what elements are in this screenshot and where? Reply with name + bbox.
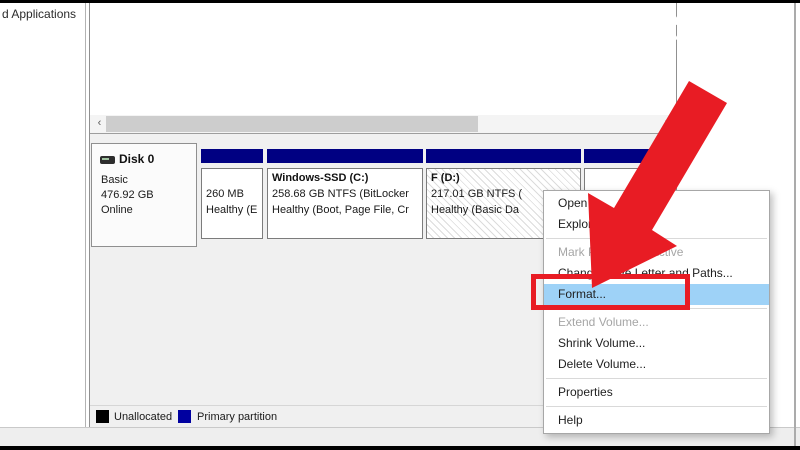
menu-item-shrink-volume[interactable]: Shrink Volume... (544, 333, 769, 354)
volume-list-pane (90, 3, 676, 133)
partition-status: Healthy (Boot, Page File, Cr (272, 204, 422, 220)
legend-label-primary: Primary partition (197, 411, 277, 423)
partition-bar (201, 149, 263, 163)
legend-label-unallocated: Unallocated (114, 411, 172, 423)
scroll-left-icon[interactable]: ‹ (92, 115, 107, 133)
bottom-border (0, 446, 800, 450)
menu-item-extend-volume: Extend Volume... (544, 312, 769, 333)
scroll-right-icon[interactable]: › (659, 115, 674, 133)
window-right-border (794, 3, 796, 446)
horizontal-scrollbar[interactable]: ‹ › (90, 115, 676, 133)
disk0-header[interactable]: Disk 0 Basic 476.92 GB Online (91, 143, 197, 247)
partition-size: 258.68 GB NTFS (BitLocker (272, 188, 422, 204)
legend-swatch-primary (178, 410, 191, 423)
disk-size: 476.92 GB (101, 189, 154, 201)
partition-efi[interactable]: 260 MB Healthy (E (201, 147, 263, 239)
menu-separator (546, 406, 767, 407)
partition-size: 260 MB (206, 188, 262, 204)
disk-name: Disk 0 (119, 152, 154, 166)
context-menu: Open Explore Mark Partition as Active Ch… (543, 190, 770, 434)
console-tree-panel: d Applications (0, 3, 86, 427)
partition-name (589, 172, 670, 188)
menu-item-properties[interactable]: Properties (544, 382, 769, 403)
menu-separator (546, 238, 767, 239)
screenshot-canvas: d Applications ‹ › Disk 0 Basic 476.92 G… (0, 0, 800, 450)
sidebar-item-applications[interactable]: d Applications (2, 7, 76, 21)
partition-bar (584, 149, 671, 163)
partition-bar (426, 149, 581, 163)
menu-separator (546, 378, 767, 379)
highlight-box-annotation (531, 274, 690, 310)
disk-icon (100, 156, 115, 164)
partition-name: Windows-SSD (C:) (272, 172, 422, 188)
disk-type: Basic (101, 174, 128, 186)
disk-status: Online (101, 204, 133, 216)
legend-swatch-unallocated (96, 410, 109, 423)
menu-item-explore[interactable]: Explore (544, 214, 769, 235)
menu-item-help[interactable]: Help (544, 410, 769, 431)
partition-status: Healthy (E (206, 204, 262, 220)
menu-item-mark-partition-active: Mark Partition as Active (544, 242, 769, 263)
partition-name (206, 172, 262, 188)
menu-item-delete-volume[interactable]: Delete Volume... (544, 354, 769, 375)
partition-bar (267, 149, 423, 163)
partition-c[interactable]: Windows-SSD (C:) 258.68 GB NTFS (BitLock… (267, 147, 423, 239)
partition-name: F (D:) (431, 172, 580, 188)
scrollbar-thumb[interactable] (106, 116, 478, 132)
menu-item-open[interactable]: Open (544, 193, 769, 214)
